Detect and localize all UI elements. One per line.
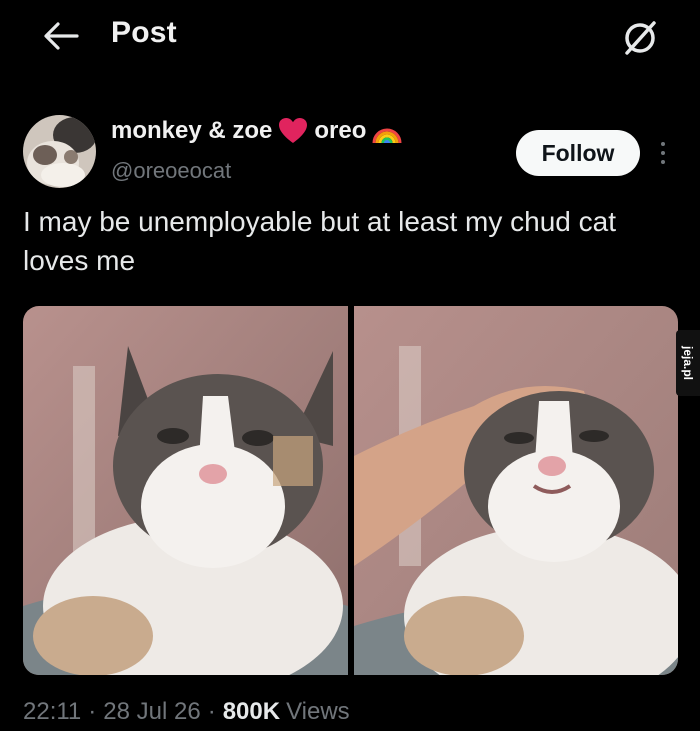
views-count: 800K (222, 698, 281, 725)
back-button[interactable] (40, 18, 82, 54)
media-photo-1[interactable] (23, 306, 348, 675)
author-handle[interactable]: @oreoeocat (111, 158, 231, 184)
post-time[interactable]: 22:11 (23, 698, 81, 726)
separator-dot: · (88, 698, 97, 725)
post-media (23, 306, 678, 675)
avatar[interactable] (23, 115, 96, 188)
more-dot-icon (661, 160, 665, 164)
page-title: Post (111, 16, 177, 49)
rainbow-emoji-icon (372, 117, 402, 145)
media-photo-2[interactable] (353, 306, 678, 675)
arrow-left-icon (44, 22, 79, 50)
follow-button[interactable]: Follow (516, 130, 640, 176)
more-dot-icon (661, 142, 665, 146)
grok-button[interactable] (618, 16, 662, 60)
display-name-part1: monkey & zoe (111, 117, 273, 144)
separator-dot: · (207, 698, 216, 725)
author-names[interactable]: monkey & zoe oreo (111, 117, 402, 145)
grok-icon (625, 21, 656, 55)
watermark-badge: jeja.pl (676, 330, 700, 396)
cat-photo-2 (353, 306, 678, 675)
cat-photo-1 (23, 306, 348, 675)
views-label: Views (286, 698, 350, 725)
avatar-image (23, 115, 96, 188)
more-dot-icon (661, 151, 665, 155)
post-text: I may be unemployable but at least my ch… (23, 206, 616, 276)
watermark-text: jeja.pl (681, 345, 696, 381)
post-date[interactable]: 28 Jul 26 (103, 698, 200, 726)
top-bar: Post (0, 0, 700, 72)
post-meta: 22:11 · 28 Jul 26 · 800K Views (23, 698, 350, 726)
heart-emoji-icon (278, 117, 308, 145)
more-options-button[interactable] (653, 136, 673, 170)
display-name-part2: oreo (314, 117, 367, 144)
